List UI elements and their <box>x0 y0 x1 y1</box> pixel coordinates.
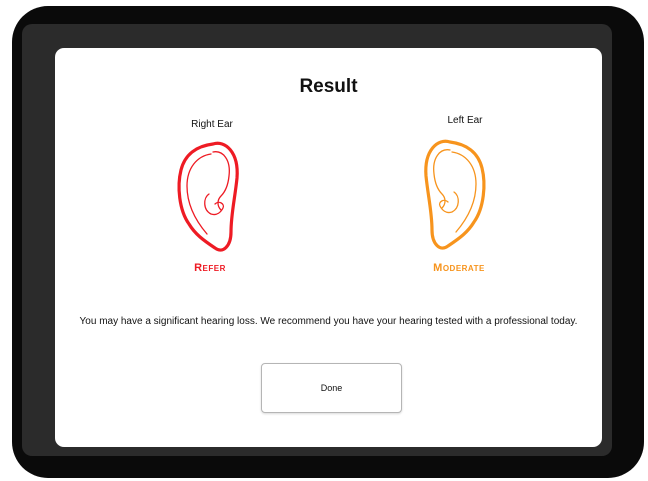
done-button[interactable]: Done <box>261 363 402 413</box>
right-ear-status: Refer <box>194 262 226 274</box>
result-message: You may have a significant hearing loss.… <box>79 316 578 327</box>
page-title: Result <box>299 76 358 97</box>
result-screen: Result Right Ear Refer Left Ear Moderate… <box>55 48 602 447</box>
left-ear-status: Moderate <box>433 262 485 274</box>
left-ear-icon <box>424 139 486 250</box>
left-ear-label: Left Ear <box>447 115 483 126</box>
right-ear-icon <box>177 141 239 252</box>
right-ear-label: Right Ear <box>191 119 233 130</box>
